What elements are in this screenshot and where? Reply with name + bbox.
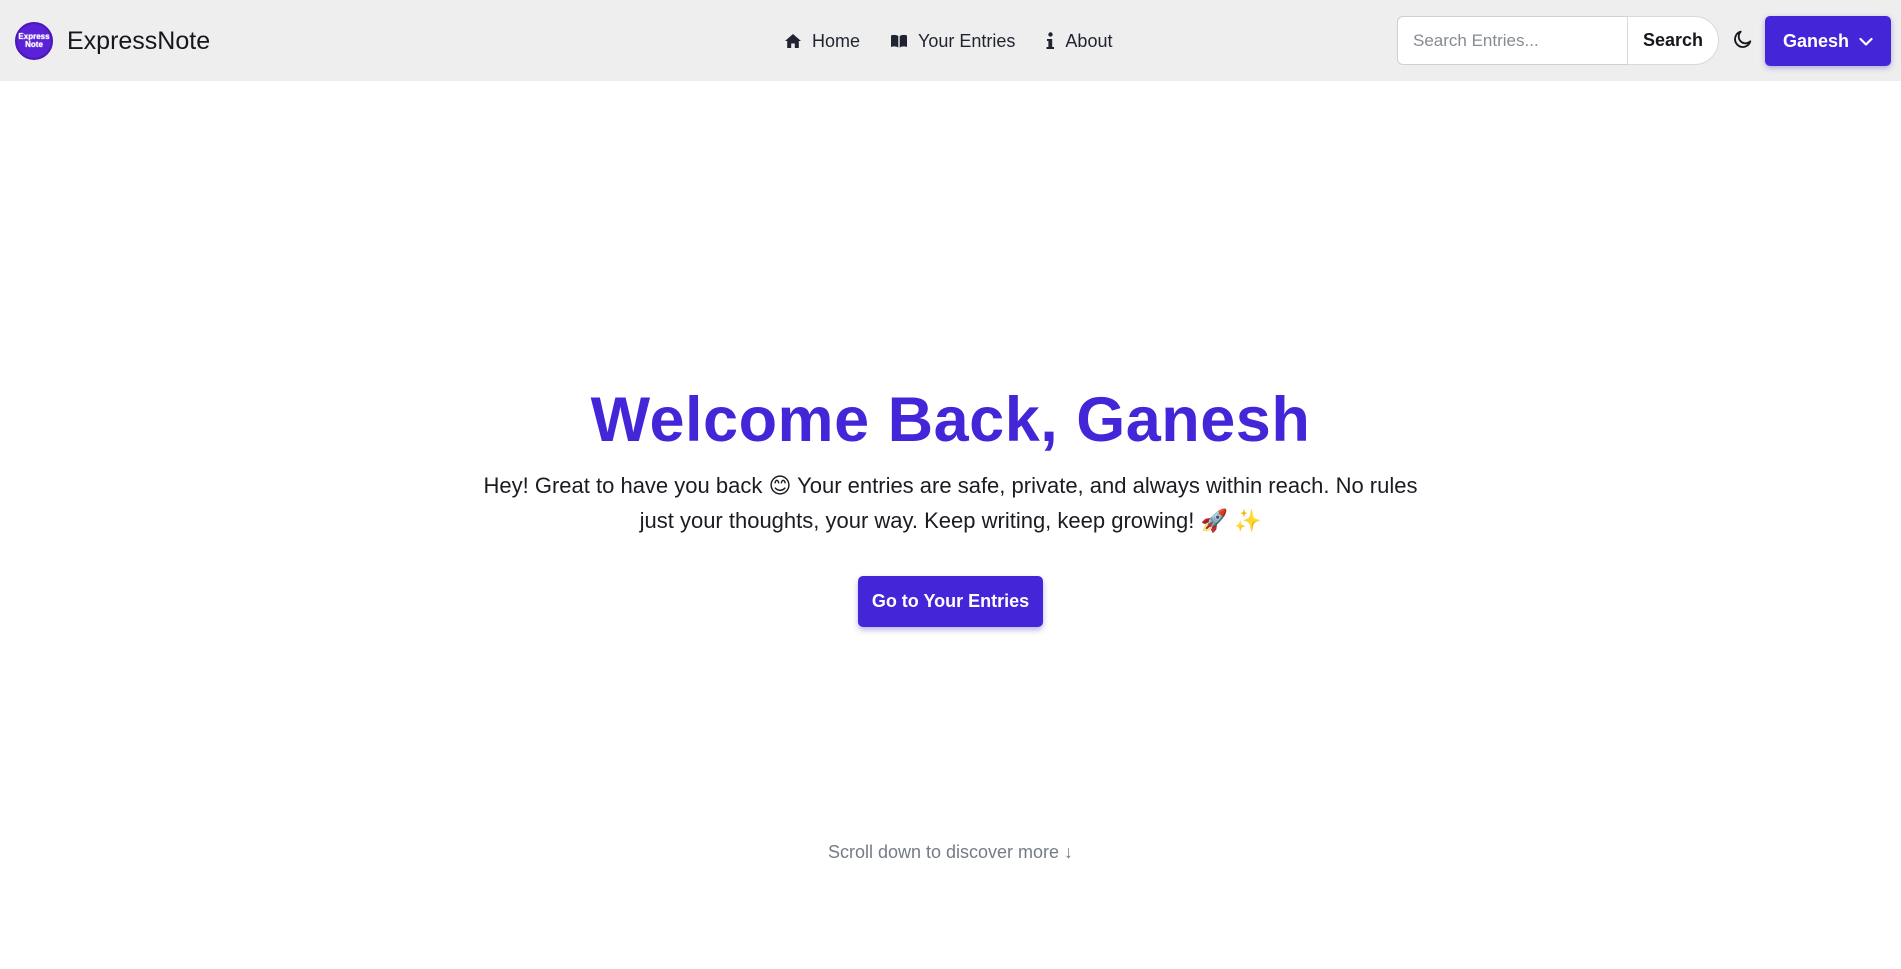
user-menu-label: Ganesh (1782, 30, 1850, 51)
search-button[interactable]: Search (1627, 16, 1719, 65)
theme-toggle-button[interactable] (1727, 25, 1759, 57)
brand-home-link[interactable]: Express Note ExpressNote (15, 20, 210, 62)
welcome-message-line-1: Hey! Great to have you back 😊 Your entri… (483, 473, 1418, 498)
chevron-down-icon (1859, 31, 1873, 52)
brand-name: ExpressNote (67, 26, 211, 55)
moon-icon (1732, 28, 1754, 55)
nav-link-your-entries[interactable]: Your Entries (890, 31, 1015, 52)
welcome-message-line-2: just your thoughts, your way. Keep writi… (639, 508, 1262, 533)
info-icon (1045, 32, 1055, 50)
search-form: Search (1397, 16, 1719, 65)
welcome-hero: Welcome Back, Ganesh Hey! Great to have … (0, 380, 1901, 627)
nav-link-your-entries-label: Your Entries (918, 30, 1016, 51)
logo-text-note: Note (25, 40, 43, 49)
book-icon (890, 33, 908, 49)
nav-link-about[interactable]: About (1045, 31, 1112, 52)
page-title: Welcome Back, Ganesh (590, 385, 1311, 455)
go-to-entries-button[interactable]: Go to Your Entries (858, 576, 1043, 627)
nav-link-about-label: About (1065, 30, 1113, 51)
welcome-message: Hey! Great to have you back 😊 Your entri… (471, 468, 1431, 538)
main-nav: Home Your Entries About (784, 27, 1112, 55)
search-input[interactable] (1397, 16, 1627, 65)
nav-link-home[interactable]: Home (784, 31, 860, 52)
nav-link-home-label: Home (812, 30, 861, 51)
expressnote-logo: Express Note (15, 22, 53, 60)
scroll-hint: Scroll down to discover more ↓ (827, 842, 1074, 862)
home-icon (784, 33, 802, 49)
user-menu-button[interactable]: Ganesh (1765, 16, 1891, 66)
top-navbar: Express Note ExpressNote Home Your Entri… (0, 0, 1901, 81)
